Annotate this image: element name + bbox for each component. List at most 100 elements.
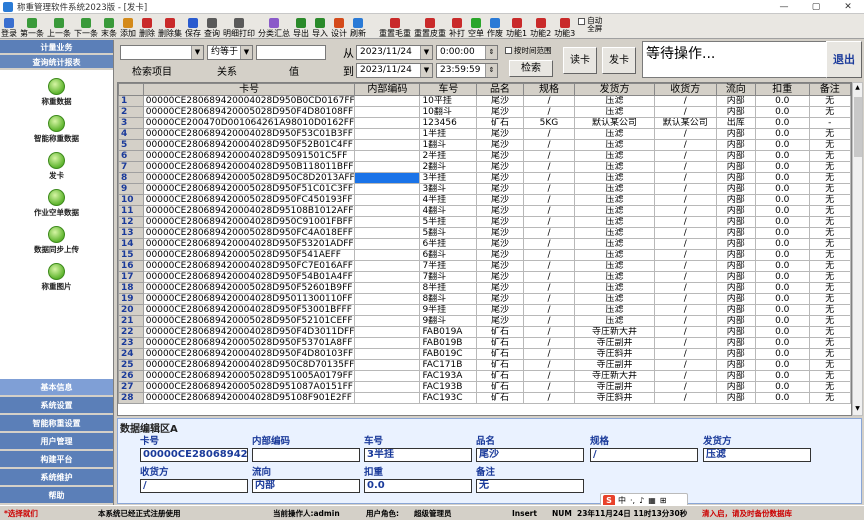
cell-spec[interactable]: / (522, 139, 576, 151)
cell-sender[interactable]: 寺庄新大井 (574, 370, 655, 382)
toolbar-button-16[interactable]: 重置毛重 (379, 14, 411, 38)
cell-card[interactable]: 00000CE280689420004028D950B0CD0167FF (142, 95, 356, 107)
cell-product[interactable]: 尾沙 (476, 205, 524, 217)
nav-bottom-header-0[interactable]: 基本信息 (0, 379, 113, 397)
row-number[interactable]: 20 (118, 304, 144, 316)
sidebar-item-2[interactable]: 发卡 (0, 152, 113, 181)
toolbar-button-10[interactable]: 明细打印 (223, 14, 255, 38)
scroll-down-icon[interactable]: ▼ (853, 405, 862, 414)
cell-flow[interactable]: 内部 (715, 150, 756, 162)
cell-note[interactable]: 无 (808, 326, 851, 338)
cell-deduct[interactable]: 0.0 (754, 381, 810, 393)
column-header[interactable]: 备注 (808, 83, 851, 96)
cell-spec[interactable]: / (522, 326, 576, 338)
data-grid[interactable]: 卡号 内部编码 车号 品名 规格 发货方 收货方 流向 扣重 备注 1 00000CE2806894… (117, 82, 852, 416)
cell-spec[interactable]: / (522, 183, 576, 195)
table-row[interactable]: 2 00000CE280689420005028D950F4D80108FF 10翻… (118, 106, 851, 118)
cell-card[interactable]: 00000CE280689420004028D950F53C01B3FF (142, 128, 356, 140)
time-range-checkbox[interactable]: 按时间范围 (505, 45, 552, 56)
cell-receiver[interactable]: / (653, 304, 717, 316)
cell-product[interactable]: 尾沙 (476, 139, 524, 151)
cell-product[interactable]: 矿石 (476, 381, 524, 393)
cell-product[interactable]: 尾沙 (476, 150, 524, 162)
toolbar-button-19[interactable]: 空单 (468, 14, 484, 38)
cell-receiver[interactable]: / (653, 128, 717, 140)
table-row[interactable]: 18 00000CE280689420005028D950F52601B9FF 8半… (118, 282, 851, 294)
table-row[interactable]: 19 00000CE280689420004028D95011300110FF 8翻… (118, 293, 851, 305)
row-number[interactable]: 15 (118, 249, 144, 261)
cell-product[interactable]: 尾沙 (476, 249, 524, 261)
cell-card[interactable]: 00000CE280689420004028D950F53201ADFF (142, 238, 356, 250)
keyboard-icon[interactable]: ▦ (648, 496, 656, 505)
cell-card[interactable]: 00000CE280689420005028D951087A0151FF (142, 381, 356, 393)
cell-car[interactable]: 6翻斗 (419, 249, 478, 261)
cell-code[interactable] (354, 117, 421, 129)
cell-sender[interactable]: 寺庄斜井 (574, 392, 655, 404)
cell-code[interactable] (354, 194, 421, 206)
car-input[interactable]: 3半挂 (364, 448, 472, 462)
cell-spec[interactable]: / (522, 106, 576, 118)
column-header[interactable]: 流向 (715, 83, 756, 96)
cell-note[interactable]: 无 (808, 315, 851, 327)
cell-deduct[interactable]: 0.0 (754, 370, 810, 382)
cell-receiver[interactable]: / (653, 348, 717, 360)
cell-note[interactable]: 无 (808, 106, 851, 118)
cell-spec[interactable]: / (522, 271, 576, 283)
toolbar-button-11[interactable]: 分类汇总 (258, 14, 290, 38)
cell-receiver[interactable]: / (653, 392, 717, 404)
cell-receiver[interactable]: / (653, 326, 717, 338)
cell-code[interactable] (354, 293, 421, 305)
cell-note[interactable]: 无 (808, 370, 851, 382)
row-number[interactable]: 24 (118, 348, 144, 360)
cell-card[interactable]: 00000CE280689420005028D950F53701A8FF (142, 337, 356, 349)
cell-car[interactable]: 9半挂 (419, 304, 478, 316)
cell-code[interactable] (354, 216, 421, 228)
cell-car[interactable]: 5翻斗 (419, 227, 478, 239)
cell-sender[interactable]: 压滤 (574, 139, 655, 151)
cell-flow[interactable]: 内部 (715, 282, 756, 294)
cell-product[interactable]: 尾沙 (476, 172, 524, 184)
cell-car[interactable]: 10翻斗 (419, 106, 478, 118)
cell-car[interactable]: FAB019A (419, 326, 478, 338)
cell-note[interactable]: 无 (808, 282, 851, 294)
cell-flow[interactable]: 内部 (715, 326, 756, 338)
cell-spec[interactable]: / (522, 128, 576, 140)
table-row[interactable]: 13 00000CE280689420005028D950FC4A018EFF 5翻… (118, 227, 851, 239)
from-date-picker[interactable]: 2023/11/24 ▼ (356, 45, 433, 60)
cell-receiver[interactable]: / (653, 172, 717, 184)
cell-card[interactable]: 00000CE280689420004028D95011300110FF (142, 293, 356, 305)
cell-code[interactable] (354, 348, 421, 360)
cell-spec[interactable]: / (522, 348, 576, 360)
code-input[interactable] (252, 448, 360, 462)
cell-note[interactable]: 无 (808, 172, 851, 184)
table-row[interactable]: 11 00000CE280689420004028D95108B1012AFF 4翻… (118, 205, 851, 217)
cell-car[interactable]: FAC193C (419, 392, 478, 404)
row-number[interactable]: 7 (118, 161, 144, 173)
toolbar-button-20[interactable]: 作废 (487, 14, 503, 38)
nav-bottom-header-3[interactable]: 用户管理 (0, 433, 113, 451)
toolbar-button-15[interactable]: 刷新 (350, 14, 366, 38)
cell-card[interactable]: 00000CE280689420004028D950F4D3011DFF (142, 326, 356, 338)
cell-code[interactable] (354, 249, 421, 261)
cell-receiver[interactable]: / (653, 106, 717, 118)
table-row[interactable]: 24 00000CE280689420004028D950F4D80103FF FA… (118, 348, 851, 360)
cell-deduct[interactable]: 0.0 (754, 359, 810, 371)
cell-receiver[interactable]: / (653, 337, 717, 349)
table-row[interactable]: 27 00000CE280689420005028D951087A0151FF FA… (118, 381, 851, 393)
cell-car[interactable]: FAC193B (419, 381, 478, 393)
cell-spec[interactable]: / (522, 370, 576, 382)
toolbar-button-3[interactable]: 下一条 (74, 14, 98, 38)
cell-product[interactable]: 尾沙 (476, 260, 524, 272)
cell-flow[interactable]: 内部 (715, 293, 756, 305)
cell-receiver[interactable]: / (653, 293, 717, 305)
cell-deduct[interactable]: 0.0 (754, 139, 810, 151)
cell-sender[interactable]: 压滤 (574, 260, 655, 272)
cell-car[interactable]: 7半挂 (419, 260, 478, 272)
cell-spec[interactable]: / (522, 216, 576, 228)
sidebar-item-3[interactable]: 作业空单数据 (0, 189, 113, 218)
cell-note[interactable]: 无 (808, 216, 851, 228)
cell-receiver[interactable]: / (653, 194, 717, 206)
cell-sender[interactable]: 压滤 (574, 194, 655, 206)
toolbar-button-9[interactable]: 查询 (204, 14, 220, 38)
cell-flow[interactable]: 内部 (715, 183, 756, 195)
